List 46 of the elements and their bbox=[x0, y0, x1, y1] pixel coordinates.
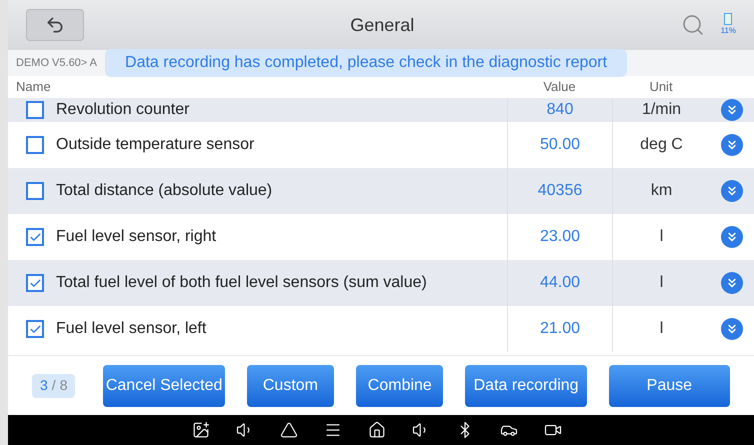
table-row[interactable]: Revolution counter 840 1/min bbox=[8, 98, 754, 122]
expand-icon[interactable] bbox=[721, 180, 743, 202]
expand-icon[interactable] bbox=[721, 99, 743, 121]
row-name: Total fuel level of both fuel level sensors (sum value) bbox=[56, 273, 427, 293]
checkbox[interactable] bbox=[26, 101, 44, 119]
action-button[interactable]: Combine bbox=[356, 364, 444, 406]
toast-message: Data recording has completed, please check in the diagnostic report bbox=[105, 49, 628, 77]
page-indicator: 3 / 8 bbox=[32, 374, 76, 398]
checkbox[interactable] bbox=[26, 320, 44, 338]
check-icon bbox=[28, 276, 42, 290]
column-header: Name bbox=[15, 78, 52, 96]
image-icon[interactable] bbox=[192, 421, 210, 439]
expand-icon[interactable] bbox=[721, 134, 743, 156]
expand-icon[interactable] bbox=[721, 226, 743, 248]
checkbox[interactable] bbox=[26, 228, 44, 246]
table-row[interactable]: Total distance (absolute value) 40356 km bbox=[8, 168, 754, 214]
row-name: Fuel level sensor, left bbox=[56, 319, 206, 339]
checkbox[interactable] bbox=[26, 182, 44, 200]
search-icon[interactable] bbox=[680, 13, 705, 37]
back-arrow-icon bbox=[45, 15, 65, 35]
expand-icon[interactable] bbox=[721, 318, 743, 340]
row-name: Total distance (absolute value) bbox=[56, 181, 272, 201]
action-button[interactable]: Cancel Selected bbox=[103, 364, 225, 406]
check-icon bbox=[28, 322, 42, 336]
column-header: Unit bbox=[648, 78, 674, 96]
row-name: Outside temperature sensor bbox=[56, 135, 254, 155]
breadcrumb: DEMO V5.60> A bbox=[16, 56, 98, 71]
column-header: Value bbox=[542, 78, 577, 96]
battery-level: 11% bbox=[720, 25, 736, 37]
table-row[interactable]: Total fuel level of both fuel level sensors (sum value) 44.00 l bbox=[8, 260, 754, 306]
row-value: 21.00 bbox=[507, 306, 612, 352]
battery-icon bbox=[724, 13, 732, 25]
check-icon bbox=[28, 230, 42, 244]
home-icon[interactable] bbox=[368, 421, 386, 439]
menu-icon[interactable] bbox=[324, 421, 342, 439]
row-unit: l bbox=[612, 306, 710, 352]
back-button[interactable] bbox=[26, 9, 84, 41]
row-name: Fuel level sensor, right bbox=[56, 227, 216, 247]
row-name: Revolution counter bbox=[56, 100, 190, 120]
window-title: General bbox=[349, 14, 416, 36]
action-button[interactable]: Data recording bbox=[465, 364, 587, 406]
action-button[interactable]: Pause bbox=[608, 364, 730, 406]
checkbox[interactable] bbox=[26, 136, 44, 154]
expand-icon[interactable] bbox=[721, 272, 743, 294]
checkbox[interactable] bbox=[26, 274, 44, 292]
action-button[interactable]: Custom bbox=[246, 364, 334, 406]
